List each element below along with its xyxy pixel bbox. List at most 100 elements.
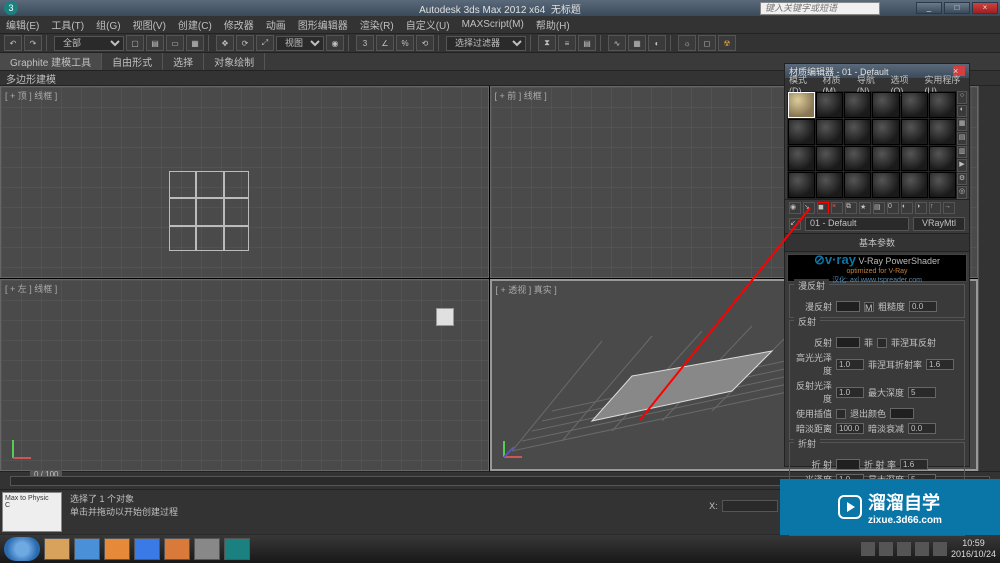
window-crossing-button[interactable]: ▦ xyxy=(186,35,204,51)
make-copy-button[interactable]: ⧉ xyxy=(845,202,857,214)
material-slot[interactable] xyxy=(844,172,871,198)
menu-create[interactable]: 创建(C) xyxy=(178,17,212,32)
material-slot[interactable] xyxy=(816,92,843,118)
material-slot[interactable] xyxy=(872,92,899,118)
options-button[interactable]: ⚙ xyxy=(957,173,967,186)
spinner-snap-button[interactable]: ⟲ xyxy=(416,35,434,51)
material-slot[interactable] xyxy=(844,92,871,118)
put-to-library-button[interactable]: ▤ xyxy=(873,202,885,214)
redo-button[interactable]: ↷ xyxy=(24,35,42,51)
material-editor-button[interactable]: ◐ xyxy=(648,35,666,51)
mirror-button[interactable]: ⧗ xyxy=(538,35,556,51)
taskbar-app-icon[interactable] xyxy=(194,538,220,560)
render-setup-button[interactable]: ☼ xyxy=(678,35,696,51)
make-preview-button[interactable]: ▶ xyxy=(957,159,967,172)
graphite-tab-modeling[interactable]: Graphite 建模工具 xyxy=(0,53,102,70)
percent-snap-button[interactable]: % xyxy=(396,35,414,51)
roughness-spinner[interactable]: 0.0 xyxy=(909,301,937,312)
menu-group[interactable]: 组(G) xyxy=(96,17,120,32)
go-forward-button[interactable]: → xyxy=(943,202,955,214)
tray-icon[interactable] xyxy=(861,542,875,556)
material-slot[interactable] xyxy=(788,146,815,172)
graphite-tab-freeform[interactable]: 自由形式 xyxy=(102,53,163,70)
ref-coord-dropdown[interactable]: 视图 xyxy=(276,36,324,51)
minimize-button[interactable]: _ xyxy=(916,2,942,14)
viewport-left[interactable]: [ + 左 ] 线框 ] xyxy=(0,279,489,471)
maximize-button[interactable]: □ xyxy=(944,2,970,14)
ior-spinner[interactable]: 1.6 xyxy=(900,459,928,470)
material-slot[interactable] xyxy=(872,146,899,172)
menu-animation[interactable]: 动画 xyxy=(266,17,286,32)
snap-toggle-button[interactable]: 3 xyxy=(356,35,374,51)
taskbar-clock[interactable]: 10:592016/10/24 xyxy=(951,538,996,560)
sample-type-button[interactable]: ○ xyxy=(957,91,967,104)
material-slot[interactable] xyxy=(901,146,928,172)
material-slot[interactable] xyxy=(872,172,899,198)
refl-maxdepth-spinner[interactable]: 5 xyxy=(908,387,936,398)
show-end-result-button[interactable]: ◑ xyxy=(915,202,927,214)
undo-button[interactable]: ↶ xyxy=(4,35,22,51)
selection-filter-dropdown[interactable]: 全部 xyxy=(54,36,124,51)
render-frame-button[interactable]: ◻ xyxy=(698,35,716,51)
fresnel-checkbox[interactable] xyxy=(877,338,887,348)
viewport-top-label[interactable]: [ + 顶 ] 线框 ] xyxy=(5,89,57,102)
move-button[interactable]: ✥ xyxy=(216,35,234,51)
material-slot[interactable] xyxy=(816,146,843,172)
angle-snap-button[interactable]: ∠ xyxy=(376,35,394,51)
background-button[interactable]: ▦ xyxy=(957,118,967,131)
material-type-button[interactable]: VRayMtl xyxy=(913,217,965,231)
menu-edit[interactable]: 编辑(E) xyxy=(6,17,39,32)
transform-x-input[interactable] xyxy=(722,500,778,512)
material-slot[interactable] xyxy=(929,92,956,118)
material-slot[interactable] xyxy=(901,172,928,198)
help-search-input[interactable] xyxy=(760,2,880,15)
menu-rendering[interactable]: 渲染(R) xyxy=(360,17,394,32)
taskbar-browser-icon[interactable] xyxy=(134,538,160,560)
taskbar-photo-icon[interactable] xyxy=(164,538,190,560)
material-slot[interactable] xyxy=(788,119,815,145)
sample-uv-button[interactable]: ▤ xyxy=(957,132,967,145)
material-slot[interactable] xyxy=(929,146,956,172)
material-slot[interactable] xyxy=(901,92,928,118)
menu-modifiers[interactable]: 修改器 xyxy=(224,17,254,32)
material-slot[interactable] xyxy=(872,119,899,145)
viewport-top[interactable]: [ + 顶 ] 线框 ] xyxy=(0,86,489,278)
graphite-tab-selection[interactable]: 选择 xyxy=(163,53,204,70)
refl-exit-color-swatch[interactable] xyxy=(890,408,914,419)
show-in-viewport-button[interactable]: ◐ xyxy=(901,202,913,214)
fresnel-ior-spinner[interactable]: 1.6 xyxy=(926,359,954,370)
layer-manager-button[interactable]: ▤ xyxy=(578,35,596,51)
material-id-button[interactable]: 0 xyxy=(887,202,899,214)
select-by-name-button[interactable]: ▤ xyxy=(146,35,164,51)
tray-icon[interactable] xyxy=(879,542,893,556)
taskbar-ie-icon[interactable] xyxy=(74,538,100,560)
menu-maxscript[interactable]: MAXScript(M) xyxy=(462,19,524,30)
select-object-button[interactable]: ▢ xyxy=(126,35,144,51)
pivot-center-button[interactable]: ◉ xyxy=(326,35,344,51)
material-slot[interactable] xyxy=(844,119,871,145)
start-button[interactable] xyxy=(4,537,40,561)
video-check-button[interactable]: ▥ xyxy=(957,146,967,159)
rotate-button[interactable]: ⟳ xyxy=(236,35,254,51)
dim-dist-spinner[interactable]: 100.0 xyxy=(836,423,864,434)
select-by-material-button[interactable]: ◎ xyxy=(957,186,967,199)
menu-views[interactable]: 视图(V) xyxy=(133,17,166,32)
maxscript-mini-listener[interactable]: Max to PhysicC xyxy=(2,492,62,532)
backlight-button[interactable]: ◐ xyxy=(957,105,967,118)
refraction-color-swatch[interactable] xyxy=(836,459,860,470)
make-unique-button[interactable]: ★ xyxy=(859,202,871,214)
tray-volume-icon[interactable] xyxy=(933,542,947,556)
command-panel[interactable] xyxy=(978,86,1000,471)
material-slot[interactable] xyxy=(816,119,843,145)
material-slot[interactable] xyxy=(901,119,928,145)
app-logo[interactable]: 3 xyxy=(4,1,18,15)
go-to-parent-button[interactable]: ↑ xyxy=(929,202,941,214)
material-slot-active[interactable] xyxy=(788,92,815,118)
taskbar-wmp-icon[interactable] xyxy=(104,538,130,560)
menu-help[interactable]: 帮助(H) xyxy=(536,17,570,32)
menu-customize[interactable]: 自定义(U) xyxy=(406,17,450,32)
schematic-view-button[interactable]: ▦ xyxy=(628,35,646,51)
taskbar-explorer-icon[interactable] xyxy=(44,538,70,560)
align-button[interactable]: ≡ xyxy=(558,35,576,51)
render-button[interactable]: ☢ xyxy=(718,35,736,51)
